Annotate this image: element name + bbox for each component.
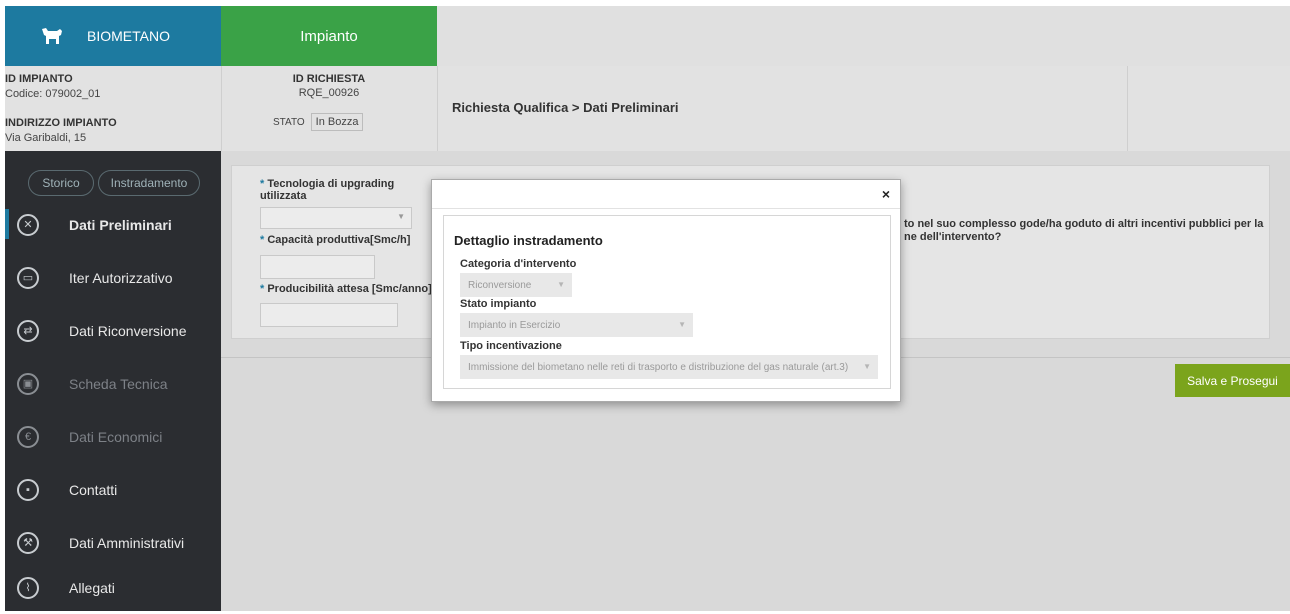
sidebar-item-label: Dati Preliminari bbox=[69, 216, 172, 233]
brand-tab[interactable]: BIOMETANO bbox=[5, 6, 221, 66]
topbar-filler bbox=[437, 6, 1290, 66]
sidebar-item-label: Dati Riconversione bbox=[69, 322, 187, 339]
indirizzo-label: INDIRIZZO IMPIANTO bbox=[5, 117, 117, 129]
wallet-icon: ▣ bbox=[17, 372, 39, 395]
tecnologia-label: * Tecnologia di upgrading utilizzata bbox=[260, 178, 395, 202]
stato-impianto-select[interactable]: Impianto in Esercizio ▼ bbox=[460, 313, 693, 337]
instradamento-button[interactable]: Instradamento bbox=[98, 170, 200, 196]
modal-body: Dettaglio instradamento Categoria d'inte… bbox=[443, 215, 891, 389]
shuffle-icon: ⇄ bbox=[17, 319, 39, 342]
sidebar-item-dati-economici[interactable]: € Dati Economici bbox=[5, 410, 221, 463]
id-impianto-label: ID IMPIANTO bbox=[5, 73, 73, 85]
modal-title: Dettaglio instradamento bbox=[454, 233, 603, 248]
sidebar-item-label: Contatti bbox=[69, 481, 118, 498]
euro-icon: € bbox=[17, 425, 39, 448]
sidebar-item-label: Dati Amministrativi bbox=[69, 534, 185, 551]
breadcrumb: Richiesta Qualifica > Dati Preliminari bbox=[452, 100, 679, 115]
chevron-down-icon: ▼ bbox=[863, 362, 871, 371]
sidebar-item-label: Iter Autorizzativo bbox=[69, 269, 173, 286]
indirizzo-value: Via Garibaldi, 15 bbox=[5, 132, 87, 144]
sidebar-item-scheda-tecnica[interactable]: ▣ Scheda Tecnica bbox=[5, 357, 221, 410]
modal-header: × bbox=[432, 180, 900, 209]
id-richiesta-label: ID RICHIESTA bbox=[292, 73, 366, 85]
tab-impianto[interactable]: Impianto bbox=[221, 6, 437, 66]
categoria-label: Categoria d'intervento bbox=[460, 258, 577, 270]
sidebar-item-label: Allegati bbox=[69, 579, 115, 596]
capacita-input[interactable] bbox=[260, 255, 375, 279]
sidebar-item-contatti[interactable]: ▪ Contatti bbox=[5, 463, 221, 516]
cow-icon bbox=[42, 28, 62, 44]
sidebar-item-iter-autorizzativo[interactable]: ▭ Iter Autorizzativo bbox=[5, 251, 221, 304]
id-richiesta-value: RQE_00926 bbox=[298, 87, 360, 99]
save-button[interactable]: Salva e Prosegui bbox=[1175, 364, 1290, 397]
tecnologia-select[interactable]: ▼ bbox=[260, 207, 412, 229]
chevron-down-icon: ▼ bbox=[397, 212, 405, 221]
producibilita-label: * Producibilità attesa [Smc/anno] bbox=[260, 283, 432, 295]
brand-label: BIOMETANO bbox=[87, 28, 170, 44]
sidebar-item-dati-preliminari[interactable]: ✕ Dati Preliminari bbox=[5, 198, 221, 251]
close-icon[interactable]: × bbox=[882, 186, 890, 202]
stato-impianto-label: Stato impianto bbox=[460, 298, 537, 310]
stato-label: STATO bbox=[273, 116, 305, 128]
chevron-down-icon: ▼ bbox=[557, 280, 565, 289]
tipo-incentivazione-label: Tipo incentivazione bbox=[460, 340, 562, 352]
tipo-incentivazione-select[interactable]: Immissione del biometano nelle reti di t… bbox=[460, 355, 878, 379]
stato-group: STATO In Bozza bbox=[273, 113, 364, 131]
incentivi-question-line2: ne dell'intervento? bbox=[904, 231, 1002, 243]
codice-value: Codice: 079002_01 bbox=[5, 88, 101, 100]
sidebar-item-dati-riconversione[interactable]: ⇄ Dati Riconversione bbox=[5, 304, 221, 357]
wrench-icon: ⚒ bbox=[17, 531, 39, 554]
capacita-label: * Capacità produttiva[Smc/h] bbox=[260, 234, 411, 246]
producibilita-input[interactable] bbox=[260, 303, 398, 327]
contact-icon: ▪ bbox=[17, 478, 39, 501]
calendar-icon: ▭ bbox=[17, 266, 39, 289]
categoria-select[interactable]: Riconversione ▼ bbox=[460, 273, 572, 297]
incentivi-question-line1: to nel suo complesso gode/ha goduto di a… bbox=[904, 218, 1264, 230]
paperclip-icon: ⌇ bbox=[17, 576, 39, 599]
chevron-down-icon: ▼ bbox=[678, 320, 686, 329]
instradamento-modal: × Dettaglio instradamento Categoria d'in… bbox=[431, 179, 901, 402]
storico-button[interactable]: Storico bbox=[28, 170, 94, 196]
tools-icon: ✕ bbox=[17, 213, 39, 236]
sidebar-item-label: Dati Economici bbox=[69, 428, 163, 445]
sidebar-item-label: Scheda Tecnica bbox=[69, 375, 168, 392]
sidebar-item-allegati[interactable]: ⌇ Allegati bbox=[5, 561, 221, 614]
info-bar: ID IMPIANTO Codice: 079002_01 INDIRIZZO … bbox=[5, 66, 1290, 152]
stato-badge: In Bozza bbox=[310, 113, 364, 131]
sidebar: Storico Instradamento ✕ Dati Preliminari… bbox=[5, 151, 221, 611]
